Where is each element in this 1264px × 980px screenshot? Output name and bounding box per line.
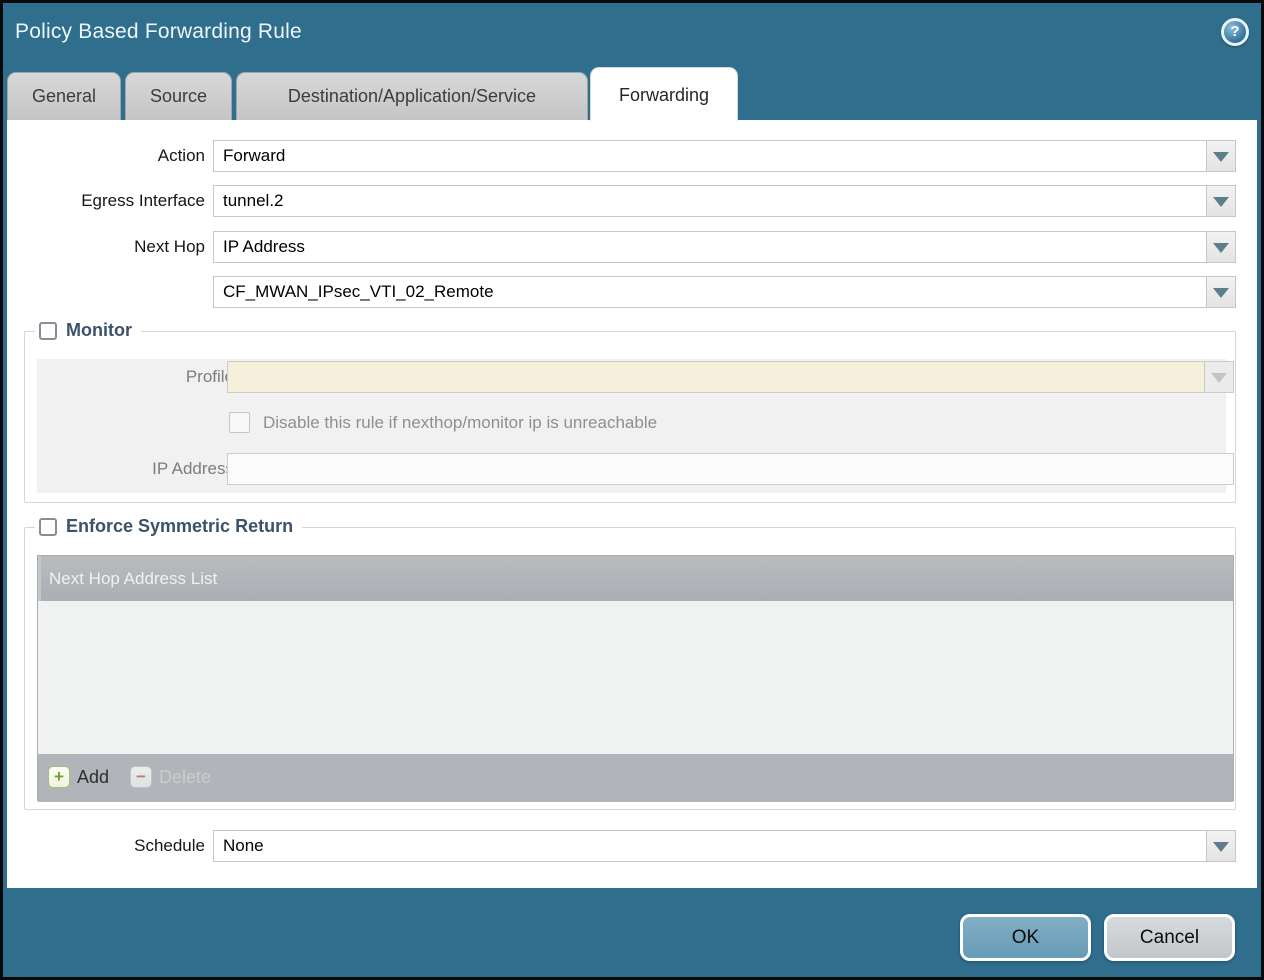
pbf-rule-dialog: Policy Based Forwarding Rule ? General S… bbox=[0, 0, 1264, 980]
delete-button: − Delete bbox=[130, 766, 211, 788]
next-hop-address-value: CF_MWAN_IPsec_VTI_02_Remote bbox=[223, 277, 1197, 307]
plus-icon: + bbox=[48, 766, 70, 788]
forwarding-tab-panel: Action Forward Egress Interface tunnel.2… bbox=[7, 120, 1257, 888]
monitor-checkbox[interactable] bbox=[39, 322, 57, 340]
schedule-select[interactable]: None bbox=[213, 830, 1236, 862]
help-icon[interactable]: ? bbox=[1221, 18, 1249, 46]
schedule-label: Schedule bbox=[7, 830, 205, 862]
next-hop-select[interactable]: IP Address bbox=[213, 231, 1236, 263]
egress-interface-label: Egress Interface bbox=[7, 185, 205, 217]
action-value: Forward bbox=[223, 141, 1197, 171]
chevron-down-icon bbox=[1213, 152, 1229, 162]
add-button-label: Add bbox=[77, 767, 109, 788]
egress-dropdown-button[interactable] bbox=[1206, 186, 1235, 216]
monitor-fieldset: Monitor Profile Disable this rule if nex… bbox=[24, 331, 1236, 503]
table-header-row[interactable]: Next Hop Address List bbox=[38, 556, 1233, 601]
add-button[interactable]: + Add bbox=[48, 766, 109, 788]
ok-button[interactable]: OK bbox=[960, 914, 1091, 961]
profile-dropdown-button bbox=[1204, 362, 1233, 392]
symmetric-return-fieldset: Enforce Symmetric Return Next Hop Addres… bbox=[24, 527, 1236, 810]
tab-forwarding[interactable]: Forwarding bbox=[590, 67, 738, 121]
next-hop-address-dropdown-button[interactable] bbox=[1206, 277, 1235, 307]
chevron-down-icon bbox=[1213, 288, 1229, 298]
profile-label: Profile bbox=[39, 361, 234, 393]
profile-select-disabled bbox=[227, 361, 1234, 393]
chevron-down-icon bbox=[1213, 842, 1229, 852]
chevron-down-icon bbox=[1211, 373, 1227, 383]
action-dropdown-button[interactable] bbox=[1206, 141, 1235, 171]
table-footer-bar: + Add − Delete bbox=[38, 754, 1233, 802]
chevron-down-icon bbox=[1213, 197, 1229, 207]
monitor-legend: Monitor bbox=[35, 320, 141, 341]
schedule-dropdown-button[interactable] bbox=[1206, 831, 1235, 861]
next-hop-address-select[interactable]: CF_MWAN_IPsec_VTI_02_Remote bbox=[213, 276, 1236, 308]
dialog-title: Policy Based Forwarding Rule bbox=[15, 20, 302, 44]
schedule-value: None bbox=[223, 831, 1197, 861]
minus-icon: − bbox=[130, 766, 152, 788]
disable-rule-checkbox bbox=[229, 412, 250, 433]
action-select[interactable]: Forward bbox=[213, 140, 1236, 172]
tab-source[interactable]: Source bbox=[125, 72, 232, 120]
tab-destination-application-service[interactable]: Destination/Application/Service bbox=[236, 72, 588, 120]
next-hop-address-list-header: Next Hop Address List bbox=[41, 556, 1233, 601]
delete-button-label: Delete bbox=[159, 767, 211, 788]
monitor-ip-address-input bbox=[227, 453, 1234, 485]
egress-interface-value: tunnel.2 bbox=[223, 186, 1197, 216]
symmetric-return-legend: Enforce Symmetric Return bbox=[35, 516, 302, 537]
enforce-symmetric-return-checkbox[interactable] bbox=[39, 518, 57, 536]
table-body-empty[interactable] bbox=[38, 601, 1233, 754]
disable-rule-label: Disable this rule if nexthop/monitor ip … bbox=[263, 412, 657, 434]
action-label: Action bbox=[7, 140, 205, 172]
monitor-ip-address-label: IP Address bbox=[39, 453, 234, 485]
monitor-title: Monitor bbox=[66, 320, 132, 341]
tab-general[interactable]: General bbox=[7, 72, 121, 120]
cancel-button[interactable]: Cancel bbox=[1104, 914, 1235, 961]
next-hop-dropdown-button[interactable] bbox=[1206, 232, 1235, 262]
next-hop-value: IP Address bbox=[223, 232, 1197, 262]
chevron-down-icon bbox=[1213, 243, 1229, 253]
egress-interface-select[interactable]: tunnel.2 bbox=[213, 185, 1236, 217]
enforce-symmetric-return-title: Enforce Symmetric Return bbox=[66, 516, 293, 537]
next-hop-label: Next Hop bbox=[7, 231, 205, 263]
next-hop-address-table: Next Hop Address List + Add − Delete bbox=[37, 555, 1234, 801]
